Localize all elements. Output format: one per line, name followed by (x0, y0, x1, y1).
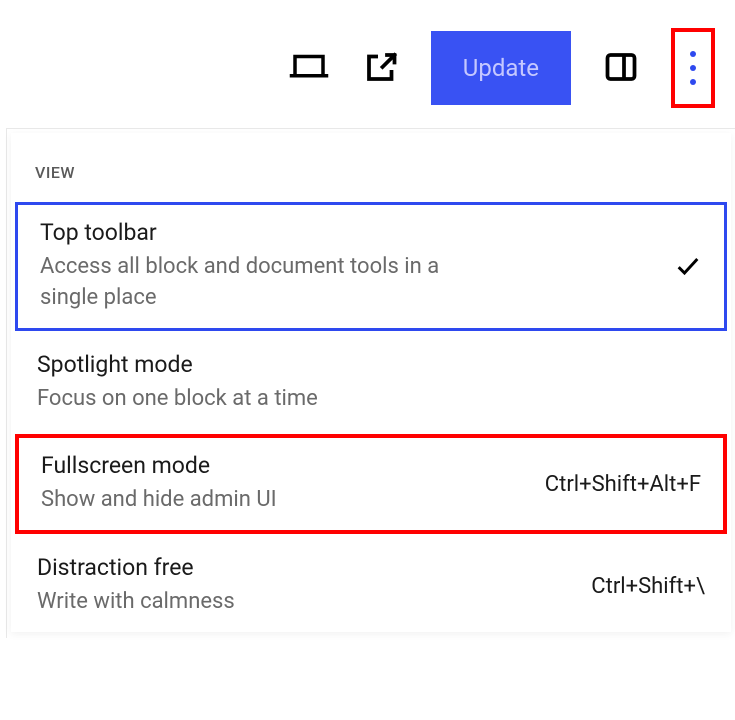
menu-item-title: Spotlight mode (37, 351, 705, 378)
panel-icon (603, 49, 639, 88)
menu-item-description: Access all block and document tools in a… (40, 252, 500, 314)
menu-item-description: Focus on one block at a time (37, 384, 497, 415)
menu-item-title: Fullscreen mode (41, 452, 545, 479)
menu-item-fullscreen-mode[interactable]: Fullscreen mode Show and hide admin UI C… (15, 434, 727, 534)
more-vertical-icon (690, 51, 696, 85)
menu-item-distraction-free[interactable]: Distraction free Write with calmness Ctr… (15, 540, 727, 632)
menu-item-title: Top toolbar (40, 219, 674, 246)
more-options-button[interactable] (671, 28, 715, 108)
menu-item-description: Write with calmness (37, 587, 497, 618)
menu-item-description: Show and hide admin UI (41, 485, 501, 516)
keyboard-shortcut: Ctrl+Shift+\ (591, 574, 705, 599)
menu-item-top-toolbar[interactable]: Top toolbar Access all block and documen… (15, 202, 727, 331)
external-link-button[interactable] (359, 46, 403, 90)
update-button[interactable]: Update (431, 31, 571, 105)
check-icon (674, 252, 702, 280)
keyboard-shortcut: Ctrl+Shift+Alt+F (545, 472, 701, 497)
menu-item-title: Distraction free (37, 554, 591, 581)
top-toolbar: Update (0, 0, 735, 136)
options-dropdown: VIEW Top toolbar Access all block and do… (6, 128, 735, 638)
external-link-icon (363, 49, 399, 88)
menu-item-spotlight-mode[interactable]: Spotlight mode Focus on one block at a t… (15, 337, 727, 429)
section-label-view: VIEW (11, 133, 731, 202)
sidebar-toggle-button[interactable] (599, 46, 643, 90)
laptop-icon (288, 46, 330, 91)
device-preview-button[interactable] (287, 46, 331, 90)
